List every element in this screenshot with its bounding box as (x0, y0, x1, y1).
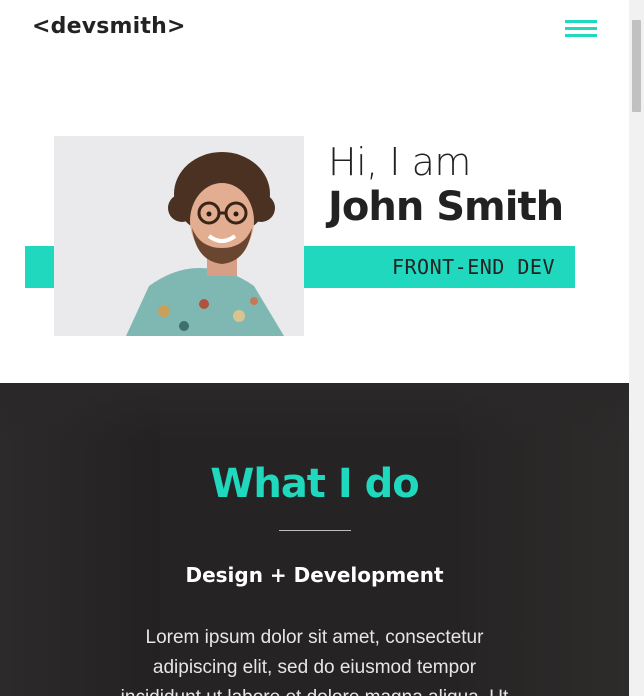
accent-bar-left (25, 246, 55, 288)
section-subtitle: Design + Development (185, 563, 444, 587)
hero-greeting: Hi, I am (328, 140, 471, 184)
section-title: What I do (210, 461, 420, 507)
role-banner: FRONT-END DEV (304, 246, 575, 288)
page-scrollbar[interactable] (629, 0, 644, 696)
portrait-illustration (54, 136, 304, 336)
scrollbar-thumb[interactable] (632, 20, 641, 112)
portrait-photo (54, 136, 304, 336)
site-header: <devsmith> (0, 0, 629, 56)
site-logo[interactable]: <devsmith> (32, 14, 186, 39)
section-divider (279, 530, 351, 531)
what-i-do-section: What I do Design + Development Lorem ips… (0, 383, 629, 696)
hero-name: John Smith (328, 184, 564, 230)
hero-section: FRONT-END DEV Hi, I am John Smith (0, 56, 629, 383)
role-label: FRONT-END DEV (391, 255, 555, 279)
section-description: Lorem ipsum dolor sit amet, consectetur … (121, 627, 509, 696)
hamburger-menu-icon[interactable] (565, 20, 597, 38)
